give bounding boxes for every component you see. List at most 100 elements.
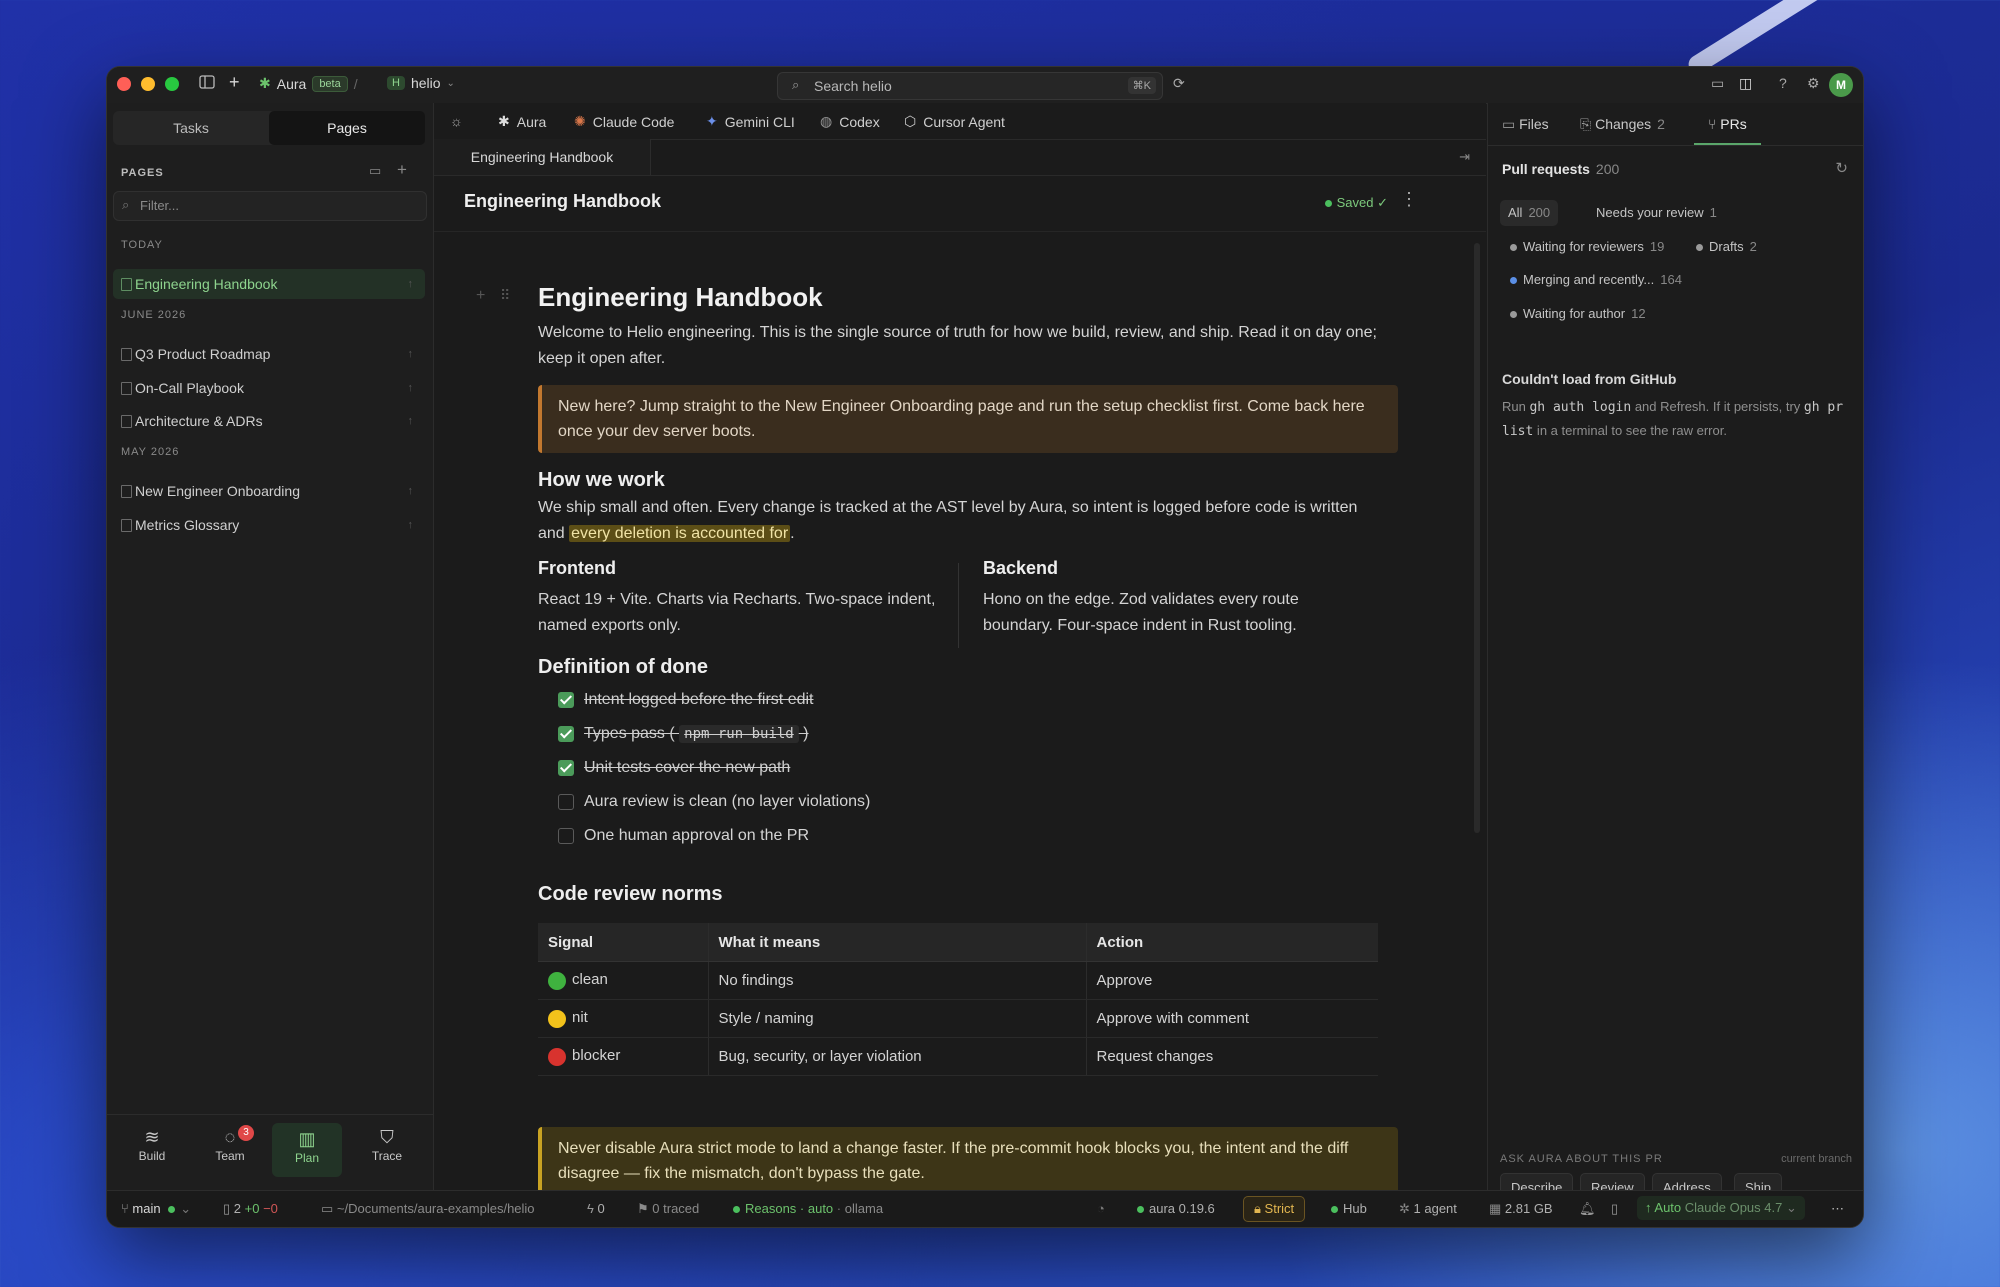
branch-indicator[interactable]: ⑂ main ⌄ <box>121 1201 191 1217</box>
sidebar-item-architecture-adrs[interactable]: Architecture & ADRs ↑ <box>113 406 425 436</box>
nav-build[interactable]: ≋ Build <box>122 1125 182 1163</box>
agent-label: Claude Code <box>592 113 675 130</box>
bottom-nav: ≋ Build ◌ 3 Team ▥ Plan ⛉ Trace <box>107 1114 433 1191</box>
model-selector[interactable]: ↑ Auto Claude Opus 4.7 ⌄ <box>1637 1196 1805 1220</box>
nav-team[interactable]: ◌ 3 Team <box>200 1125 260 1163</box>
sun-icon[interactable]: ☼ <box>450 113 463 129</box>
error-message: Run gh auth login and Refresh. If it per… <box>1502 399 1844 439</box>
traced-indicator[interactable]: ⚑ 0 traced <box>637 1201 699 1217</box>
how-we-work-paragraph: We ship small and often. Every change is… <box>538 499 1358 542</box>
device-icon[interactable]: ▯ <box>1611 1201 1618 1217</box>
collapse-panel-icon[interactable]: ⇥ <box>1459 149 1470 165</box>
minimize-window-button[interactable] <box>141 77 155 91</box>
agent-label: Cursor Agent <box>923 113 1005 130</box>
pull-request-icon: ⑂ <box>1708 116 1721 132</box>
filter-all[interactable]: All 200 <box>1500 200 1559 226</box>
nav-label: Team <box>215 1149 245 1163</box>
sidebar-item-q3-roadmap[interactable]: Q3 Product Roadmap ↑ <box>113 339 425 369</box>
sidebar-item-engineering-handbook[interactable]: Engineering Handbook ↑ <box>113 269 425 299</box>
agents-indicator[interactable]: ✲ 1 agent <box>1399 1201 1457 1217</box>
add-page-icon[interactable]: + <box>397 160 407 180</box>
title-bar: + ✱ Aura beta / H helio ⌄ ⌕ Search helio… <box>107 67 1863 104</box>
reasons-indicator[interactable]: Reasons · auto · ollama <box>733 1201 883 1216</box>
sidebar-item-metrics-glossary[interactable]: Metrics Glossary ↑ <box>113 510 425 540</box>
agent-aura[interactable]: ✱ Aura <box>498 113 546 130</box>
search-input[interactable]: ⌕ Search helio ⌘K <box>777 72 1163 100</box>
workspace-switcher[interactable]: H helio ⌄ <box>387 75 455 91</box>
tab-engineering-handbook[interactable]: Engineering Handbook <box>434 139 651 175</box>
meaning-cell: Bug, security, or layer violation <box>707 1037 1086 1076</box>
tab-pages[interactable]: Pages <box>269 111 425 145</box>
bolt-indicator[interactable]: ϟ 0 <box>587 1201 605 1216</box>
claude-icon: ✺ <box>574 113 586 129</box>
inline-code: gh auth login <box>1529 400 1632 415</box>
add-block-icon[interactable]: + <box>476 287 485 305</box>
filter-input[interactable]: ⌕ Filter... <box>113 191 427 221</box>
project-path[interactable]: ▭ ~/Documents/aura-examples/helio <box>321 1201 535 1217</box>
version-indicator[interactable]: aura 0.19.6 <box>1137 1201 1215 1216</box>
tab-files[interactable]: ▭ Files <box>1502 103 1549 145</box>
close-window-button[interactable] <box>117 77 131 91</box>
settings-gear-icon[interactable]: ⚙ <box>1807 75 1820 92</box>
checkbox-checked[interactable] <box>558 726 574 742</box>
hub-indicator[interactable]: Hub <box>1331 1201 1367 1216</box>
help-icon[interactable]: ? <box>1779 75 1787 91</box>
chevron-down-icon: ⌄ <box>1785 1200 1797 1215</box>
tab-prs[interactable]: ⑂ PRs <box>1694 103 1761 145</box>
refresh-icon[interactable]: ↻ <box>1835 159 1848 177</box>
checkbox-unchecked[interactable] <box>558 828 574 844</box>
status-dot <box>1510 311 1517 319</box>
nav-plan[interactable]: ▥ Plan <box>272 1123 342 1177</box>
agent-codex[interactable]: ◍ Codex <box>820 113 880 130</box>
more-options-icon[interactable]: ⋮ <box>1400 189 1418 210</box>
filter-waiting-reviewers[interactable]: Waiting for reviewers 19 <box>1510 234 1664 260</box>
more-icon[interactable]: ⋯ <box>1831 1201 1844 1217</box>
user-avatar[interactable]: M <box>1829 73 1853 97</box>
page-label: New Engineer Onboarding <box>135 483 300 499</box>
page-label: On-Call Playbook <box>135 380 244 396</box>
filter-drafts[interactable]: Drafts 2 <box>1696 234 1757 260</box>
panel-layout-icon[interactable]: ◫ <box>1739 75 1752 92</box>
zoom-window-button[interactable] <box>165 77 179 91</box>
checkbox-unchecked[interactable] <box>558 794 574 810</box>
filter-merging[interactable]: Merging and recently... 164 <box>1510 267 1682 293</box>
app-name: Aura <box>276 75 307 92</box>
nav-trace[interactable]: ⛉ Trace <box>357 1125 417 1163</box>
changes-indicator[interactable]: ▯ 2 +0 −0 <box>223 1201 278 1217</box>
terminal-icon[interactable]: ▭ <box>1711 75 1724 92</box>
agent-claude-code[interactable]: ✺ Claude Code <box>574 113 674 130</box>
app-window: + ✱ Aura beta / H helio ⌄ ⌕ Search helio… <box>106 66 1864 1228</box>
new-folder-icon[interactable]: ▭ <box>369 163 381 179</box>
checkbox-checked[interactable] <box>558 760 574 776</box>
sidebar-toggle-icon[interactable] <box>199 75 215 89</box>
agent-cursor[interactable]: ⬡ Cursor Agent <box>904 113 1005 130</box>
drag-handle-icon[interactable]: ⠿ <box>500 287 510 304</box>
scrollbar[interactable] <box>1474 243 1480 833</box>
backend-paragraph: Hono on the edge. Zod validates every ro… <box>983 591 1299 634</box>
codex-icon: ◍ <box>820 113 833 129</box>
breadcrumb-separator: / <box>353 75 358 92</box>
tab-changes[interactable]: ⎘ Changes 2 <box>1580 103 1665 145</box>
right-tab-bar: ▭ Files ⎘ Changes 2 ⑂ PRs <box>1488 103 1863 146</box>
app-switcher[interactable]: ✱ Aura beta / <box>259 75 358 92</box>
status-dot <box>1510 244 1517 252</box>
sync-icon[interactable]: ⟳ <box>1173 75 1185 92</box>
sidebar-item-new-engineer-onboarding[interactable]: New Engineer Onboarding ↑ <box>113 476 425 506</box>
onboarding-callout: New here? Jump straight to the New Engin… <box>538 385 1398 453</box>
memory-indicator[interactable]: ▦ 2.81 GB <box>1489 1201 1553 1217</box>
strict-mode-badge[interactable]: 🔒︎ Strict <box>1243 1196 1306 1222</box>
sidebar-item-on-call-playbook[interactable]: On-Call Playbook ↑ <box>113 373 425 403</box>
backend-heading: Backend <box>983 558 1059 578</box>
red-circle-icon <box>548 1047 566 1066</box>
tab-tasks[interactable]: Tasks <box>113 111 269 145</box>
filter-waiting-author[interactable]: Waiting for author 12 <box>1510 301 1646 327</box>
table-row: nit Style / naming Approve with comment <box>538 999 1378 1038</box>
gemini-icon: ✦ <box>706 113 718 129</box>
checkbox-checked[interactable] <box>558 692 574 708</box>
agent-icon: ✲ <box>1399 1201 1414 1216</box>
new-tab-icon[interactable]: + <box>229 72 240 93</box>
page-label: Q3 Product Roadmap <box>135 346 271 362</box>
agent-gemini-cli[interactable]: ✦ Gemini CLI <box>706 113 795 130</box>
filter-needs-review[interactable]: Needs your review 1 <box>1596 200 1717 226</box>
bell-icon[interactable]: 🔔︎ <box>1579 1201 1596 1217</box>
